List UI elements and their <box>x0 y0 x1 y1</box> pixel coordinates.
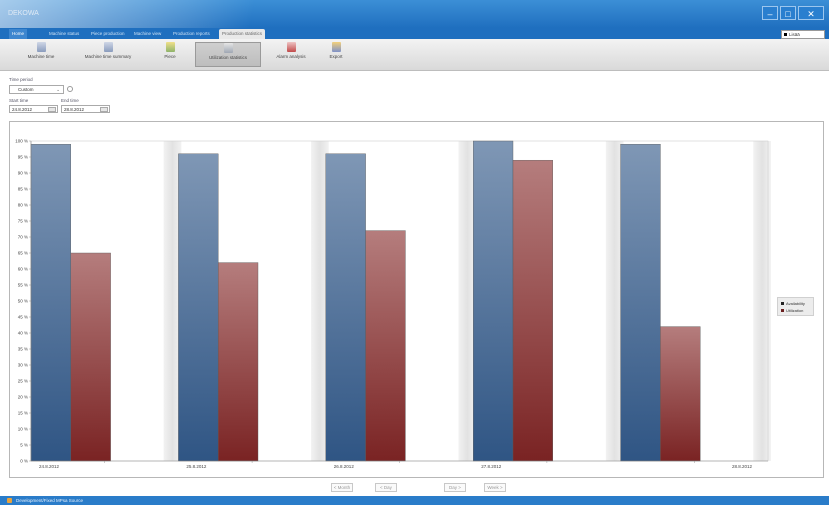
ribbon: Machine time Machine time summary Piece … <box>0 39 829 71</box>
alarm-analysis-button[interactable]: Alarm analysis <box>268 42 314 67</box>
tab-strip: Home Machine status Piece production Mac… <box>0 28 829 39</box>
legend-item-utilization: Utilization <box>781 308 803 313</box>
machine-time-button[interactable]: Machine time <box>18 42 64 67</box>
utilization-statistics-button[interactable]: Utilization statistics <box>195 42 261 67</box>
end-time-label: End time <box>61 98 79 103</box>
alarm-icon <box>286 42 296 52</box>
tab-machine-view[interactable]: Machine view <box>131 29 164 39</box>
calendar-icon[interactable] <box>100 107 108 112</box>
status-bar <box>0 496 829 505</box>
piece-button[interactable]: Piece <box>154 42 186 67</box>
language-select[interactable]: Lisää <box>781 30 825 39</box>
title-swoosh <box>0 0 420 28</box>
close-button[interactable]: ✕ <box>798 6 824 20</box>
piece-label: Piece <box>164 54 176 59</box>
chart-icon <box>165 42 175 52</box>
end-date-field[interactable]: 28.8.2012 <box>61 105 110 113</box>
language-value: Lisää <box>789 32 800 37</box>
time-period-value: Custom <box>18 87 34 92</box>
previous-month-button[interactable]: < Month <box>331 483 353 492</box>
legend-item-availability: Availability <box>781 301 805 306</box>
language-icon <box>784 33 787 37</box>
export-button[interactable]: Export <box>322 42 350 67</box>
alarm-analysis-label: Alarm analysis <box>276 54 306 59</box>
status-text: Development/Fixed MPsa Source <box>16 498 84 503</box>
legend-swatch <box>781 302 784 306</box>
export-label: Export <box>329 54 343 59</box>
statistics-icon <box>223 43 233 53</box>
document-icon <box>36 42 46 52</box>
tab-piece-production[interactable]: Piece production <box>88 29 128 39</box>
next-period-button[interactable] <box>67 86 73 92</box>
start-date-value: 24.8.2012 <box>12 107 33 112</box>
end-date-value: 28.8.2012 <box>64 107 85 112</box>
tab-production-statistics[interactable]: Production statistics <box>219 29 266 39</box>
maximize-button[interactable]: □ <box>780 6 796 20</box>
machine-time-summary-button[interactable]: Machine time summary <box>72 42 144 67</box>
title-bar: DEKOWA – □ ✕ <box>0 0 829 28</box>
time-period-label: Time period <box>9 77 33 82</box>
start-time-label: Start time <box>9 98 29 103</box>
legend-label: Utilization <box>786 308 804 313</box>
previous-day-button[interactable]: < Day <box>375 483 397 492</box>
tab-machine-status[interactable]: Machine status <box>46 29 82 39</box>
app-title: DEKOWA <box>8 10 39 17</box>
document-icon <box>103 42 113 52</box>
machine-time-summary-label: Machine time summary <box>84 54 132 59</box>
start-date-field[interactable]: 24.8.2012 <box>9 105 58 113</box>
utilization-statistics-label: Utilization statistics <box>208 55 247 60</box>
tab-production-reports[interactable]: Production reports <box>170 29 213 39</box>
next-day-button[interactable]: Day > <box>444 483 466 492</box>
time-period-select[interactable]: Custom ⌄ <box>9 85 64 94</box>
chevron-down-icon: ⌄ <box>56 87 60 92</box>
next-week-button[interactable]: Week > <box>484 483 506 492</box>
chart-panel <box>9 121 824 478</box>
tab-home[interactable]: Home <box>9 29 28 39</box>
legend-swatch <box>781 309 784 313</box>
export-icon <box>331 42 341 52</box>
status-icon <box>7 498 12 503</box>
machine-time-label: Machine time <box>27 54 55 59</box>
legend-label: Availability <box>786 301 805 306</box>
minimize-button[interactable]: – <box>762 6 778 20</box>
chart-legend: Availability Utilization <box>777 297 814 316</box>
calendar-icon[interactable] <box>48 107 56 112</box>
